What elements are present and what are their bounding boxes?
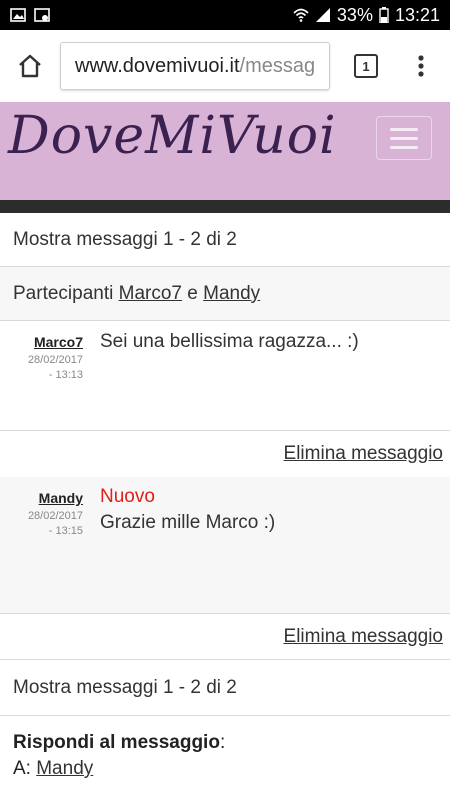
tabs-icon: 1 — [354, 54, 378, 78]
message-thread: Mostra messaggi 1 - 2 di 2 Partecipanti … — [0, 213, 450, 780]
participants-and: e — [187, 282, 198, 304]
battery-icon — [379, 7, 389, 23]
tabs-button[interactable]: 1 — [336, 30, 396, 102]
participant-link[interactable]: Mandy — [203, 283, 260, 305]
message-time: - 13:15 — [48, 525, 83, 537]
signal-icon — [315, 8, 330, 22]
message-time: - 13:13 — [48, 369, 83, 381]
reply-title-row: Rispondi al messaggio: — [13, 732, 450, 754]
url-bar[interactable]: www.dovemivuoi.it/messag — [60, 42, 330, 90]
overflow-menu-icon — [418, 55, 424, 77]
message-content: Nuovo Grazie mille Marco :) — [100, 486, 440, 534]
message-date: 28/02/2017 — [27, 354, 83, 366]
header-divider — [0, 200, 450, 213]
overflow-menu-button[interactable] — [396, 30, 446, 102]
message-text: Sei una bellissima ragazza... :) — [100, 331, 359, 352]
tab-count: 1 — [362, 58, 370, 74]
browser-toolbar: www.dovemivuoi.it/messag 1 — [0, 30, 450, 103]
new-badge: Nuovo — [100, 486, 155, 507]
message-text: Grazie mille Marco :) — [100, 512, 276, 533]
gallery-icon — [10, 8, 26, 22]
status-bar: 33% 13:21 — [0, 0, 450, 30]
reply-recipient-row: A: Mandy — [13, 758, 450, 780]
messages-summary-text: Mostra messaggi 1 - 2 di 2 — [13, 676, 237, 698]
message-date: 28/02/2017 — [27, 510, 83, 522]
screenshot-icon — [34, 8, 50, 22]
url-host: www.dovemivuoi.it — [75, 54, 240, 77]
participants-label: Partecipanti — [13, 282, 114, 304]
clock: 13:21 — [394, 4, 440, 25]
reply-title-suffix: : — [219, 732, 226, 753]
nav-toggle-button[interactable] — [376, 116, 432, 160]
message-meta: Marco7 28/02/2017 - 13:13 — [0, 334, 83, 383]
delete-message-link[interactable]: Elimina messaggio — [284, 443, 443, 465]
site-logo[interactable]: DoveMiVuoi — [8, 106, 337, 166]
message-author[interactable]: Mandy — [0, 490, 83, 506]
reply-title: Rispondi al messaggio — [13, 732, 220, 753]
wifi-icon — [293, 8, 309, 22]
site-header: DoveMiVuoi — [0, 102, 450, 200]
delete-message-link[interactable]: Elimina messaggio — [284, 626, 443, 648]
participants-row: Partecipanti Marco7 e Mandy — [0, 267, 450, 321]
messages-summary: Mostra messaggi 1 - 2 di 2 — [0, 213, 450, 267]
home-button[interactable] — [0, 30, 60, 102]
reply-to-label: A: — [13, 758, 31, 779]
messages-summary-bottom: Mostra messaggi 1 - 2 di 2 — [0, 660, 450, 716]
url-path: /messag — [239, 54, 316, 77]
messages-summary-text: Mostra messaggi 1 - 2 di 2 — [13, 228, 237, 250]
home-icon — [19, 54, 41, 78]
reply-recipient-link[interactable]: Mandy — [36, 758, 93, 779]
message-actions: Elimina messaggio — [0, 431, 450, 477]
reply-section: Rispondi al messaggio: A: Mandy — [0, 716, 450, 780]
message-item: Mandy 28/02/2017 - 13:15 Nuovo Grazie mi… — [0, 477, 450, 614]
hamburger-icon — [390, 127, 418, 131]
participant-link[interactable]: Marco7 — [119, 283, 182, 305]
message-actions: Elimina messaggio — [0, 614, 450, 660]
message-meta: Mandy 28/02/2017 - 13:15 — [0, 490, 83, 539]
message-author[interactable]: Marco7 — [0, 334, 83, 350]
battery-percent: 33% — [336, 4, 373, 25]
message-item: Marco7 28/02/2017 - 13:13 Sei una bellis… — [0, 321, 450, 431]
